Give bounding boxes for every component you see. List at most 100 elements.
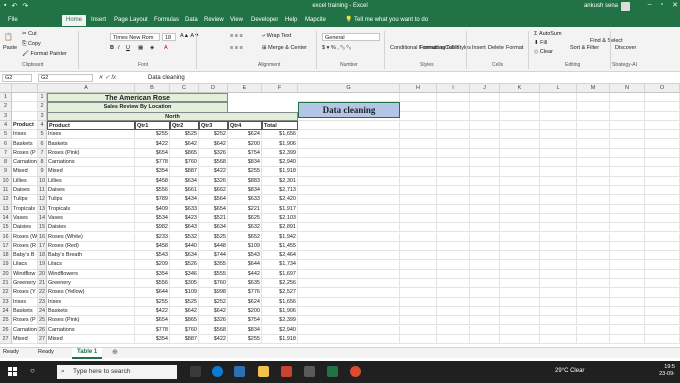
task-view-icon[interactable] (190, 366, 201, 377)
column-header[interactable]: O (645, 84, 680, 93)
empty-cell[interactable] (540, 241, 577, 252)
empty-cell[interactable] (645, 93, 680, 103)
cell-styles-button[interactable]: Cell Styles (445, 45, 471, 51)
empty-cell[interactable] (437, 195, 470, 205)
product-cell[interactable]: Carnations (47, 158, 135, 168)
edge-icon[interactable] (212, 366, 223, 377)
empty-cell[interactable] (577, 148, 610, 159)
empty-cell[interactable] (437, 251, 470, 261)
empty-cell[interactable] (610, 279, 645, 289)
empty-cell[interactable] (400, 139, 437, 149)
fx-icon[interactable]: ✕ ✓ fx (98, 74, 116, 81)
powerpoint-icon[interactable] (281, 366, 292, 377)
value-cell[interactable]: $2,713 (262, 186, 298, 196)
value-cell[interactable]: $982 (135, 223, 170, 233)
value-cell[interactable]: $525 (170, 130, 199, 140)
product-cell[interactable]: Irises (47, 130, 135, 140)
empty-cell[interactable] (577, 223, 610, 233)
value-cell[interactable]: $654 (135, 316, 170, 326)
app-icon[interactable] (304, 366, 315, 377)
empty-cell[interactable] (12, 102, 38, 112)
empty-cell[interactable] (12, 111, 38, 121)
empty-cell[interactable] (610, 223, 645, 233)
cut-button[interactable]: ✂ Cut (22, 31, 37, 37)
empty-cell[interactable] (400, 213, 437, 224)
product-cell[interactable]: Vases (47, 213, 135, 224)
empty-cell[interactable] (645, 195, 680, 205)
empty-cell[interactable] (470, 223, 500, 233)
row-header[interactable]: 6 (0, 139, 12, 149)
value-cell[interactable]: $883 (228, 176, 262, 186)
value-cell[interactable]: $643 (170, 223, 199, 233)
empty-cell[interactable] (610, 158, 645, 168)
value-cell[interactable]: $346 (170, 269, 199, 279)
value-cell[interactable]: $834 (228, 325, 262, 335)
empty-cell[interactable] (577, 279, 610, 289)
empty-cell[interactable] (577, 139, 610, 149)
empty-cell[interactable] (298, 232, 400, 242)
empty-cell[interactable] (470, 297, 500, 307)
empty-cell[interactable] (400, 148, 437, 159)
value-cell[interactable]: $442 (228, 269, 262, 279)
value-cell[interactable]: $526 (170, 260, 199, 270)
outer-product-cell[interactable]: Mixed (12, 167, 38, 177)
empty-cell[interactable] (437, 241, 470, 252)
row-header[interactable]: 7 (0, 148, 12, 159)
empty-cell[interactable] (500, 130, 540, 140)
column-header[interactable]: E (228, 84, 262, 93)
column-header-outer[interactable] (12, 84, 38, 93)
empty-cell[interactable] (400, 111, 437, 121)
value-cell[interactable]: $233 (135, 232, 170, 242)
product-cell[interactable]: Irises (47, 297, 135, 307)
empty-cell[interactable] (540, 111, 577, 121)
value-cell[interactable]: $434 (170, 195, 199, 205)
value-cell[interactable]: $887 (170, 167, 199, 177)
outer-product-cell[interactable]: Mixed (12, 334, 38, 345)
empty-cell[interactable] (610, 316, 645, 326)
value-cell[interactable]: $255 (135, 130, 170, 140)
tab-data[interactable]: Data (181, 15, 202, 26)
empty-cell[interactable] (400, 325, 437, 335)
empty-cell[interactable] (298, 288, 400, 298)
value-cell[interactable]: $355 (199, 260, 228, 270)
product-cell[interactable]: Lillies (47, 176, 135, 186)
empty-cell[interactable] (610, 93, 645, 103)
underline-button[interactable]: U (126, 45, 130, 51)
column-header[interactable]: B (135, 84, 170, 93)
empty-cell[interactable] (400, 251, 437, 261)
value-cell[interactable]: $326 (199, 176, 228, 186)
row-header[interactable]: 14 (0, 213, 12, 224)
empty-cell[interactable] (400, 269, 437, 279)
value-cell[interactable]: $326 (199, 316, 228, 326)
value-cell[interactable]: $221 (228, 204, 262, 214)
empty-cell[interactable] (437, 334, 470, 345)
empty-cell[interactable] (400, 158, 437, 168)
column-header[interactable]: D (199, 84, 228, 93)
empty-cell[interactable] (645, 223, 680, 233)
empty-cell[interactable] (500, 325, 540, 335)
wrap-text-button[interactable]: ⤶ Wrap Text (262, 33, 291, 40)
outer-product-cell[interactable]: Irises (12, 130, 38, 140)
empty-cell[interactable] (540, 204, 577, 214)
empty-cell[interactable] (298, 139, 400, 149)
tab-file[interactable]: File (4, 15, 22, 26)
empty-cell[interactable] (610, 260, 645, 270)
avatar[interactable] (621, 2, 630, 11)
value-cell[interactable]: $440 (170, 241, 199, 252)
merge-center-button[interactable]: ⊞ Merge & Center (262, 45, 307, 51)
empty-cell[interactable] (470, 158, 500, 168)
empty-cell[interactable] (500, 232, 540, 242)
outer-product-header[interactable]: Product (12, 120, 38, 131)
name-box[interactable]: G2 (2, 74, 32, 82)
empty-cell[interactable] (610, 102, 645, 112)
empty-cell[interactable] (577, 102, 610, 112)
value-cell[interactable]: $778 (135, 158, 170, 168)
value-cell[interactable]: $633 (228, 195, 262, 205)
empty-cell[interactable] (470, 186, 500, 196)
empty-cell[interactable] (298, 167, 400, 177)
value-cell[interactable]: $2,301 (262, 176, 298, 186)
empty-cell[interactable] (577, 306, 610, 317)
row-header[interactable]: 9 (0, 167, 12, 177)
empty-cell[interactable] (610, 130, 645, 140)
value-cell[interactable]: $458 (135, 176, 170, 186)
